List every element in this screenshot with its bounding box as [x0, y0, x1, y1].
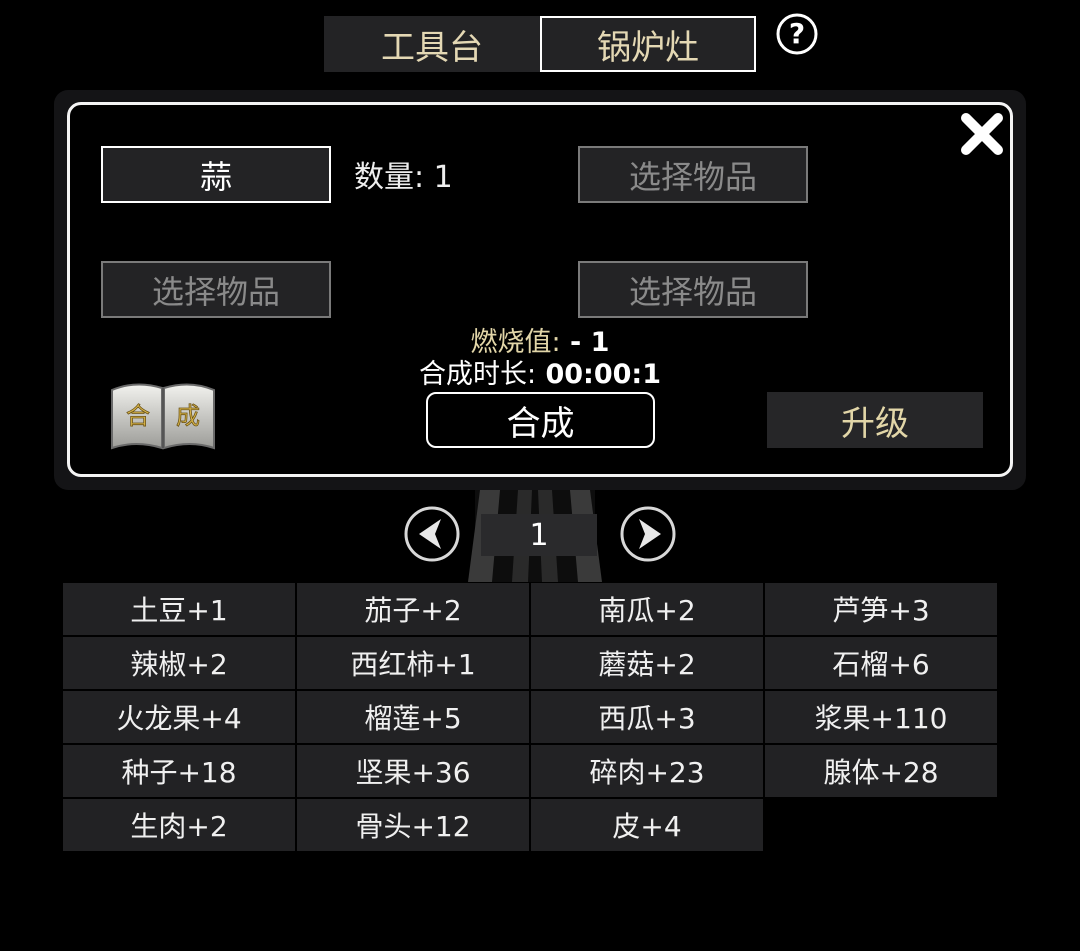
craft-time-row: 合成时长: 00:00:1: [340, 358, 740, 392]
item-cell[interactable]: 茄子+2: [297, 583, 530, 636]
item-cell[interactable]: 坚果+36: [297, 745, 530, 798]
craft-button[interactable]: 合成: [426, 392, 655, 448]
item-cell[interactable]: 榴莲+5: [297, 691, 530, 744]
item-cell[interactable]: 辣椒+2: [63, 637, 296, 690]
item-cell[interactable]: 西瓜+3: [531, 691, 764, 744]
recipe-book-icon[interactable]: 合 成: [108, 378, 218, 452]
recipe-book-char-2: 成: [176, 402, 200, 430]
ingredient-slot-4[interactable]: 选择物品: [578, 261, 808, 318]
recipe-book-char-1: 合: [126, 402, 150, 430]
page-number: 1: [481, 514, 597, 556]
close-icon[interactable]: [958, 110, 1006, 158]
item-cell[interactable]: 生肉+2: [63, 799, 296, 852]
svg-text:?: ?: [789, 17, 805, 50]
craft-time-value: 00:00:1: [536, 359, 662, 390]
item-cell[interactable]: 浆果+110: [765, 691, 998, 744]
tab-workbench[interactable]: 工具台: [324, 16, 540, 72]
item-cell[interactable]: 芦笋+3: [765, 583, 998, 636]
item-cell[interactable]: 南瓜+2: [531, 583, 764, 636]
upgrade-button[interactable]: 升级: [767, 392, 983, 448]
quantity-label: 数量: 1: [354, 160, 453, 195]
ingredient-slot-1[interactable]: 蒜: [101, 146, 331, 203]
burn-value-row: 燃烧值: - 1: [340, 326, 740, 360]
ingredient-slot-2[interactable]: 选择物品: [578, 146, 808, 203]
item-cell[interactable]: 石榴+6: [765, 637, 998, 690]
burn-label: 燃烧值:: [470, 327, 561, 358]
help-icon[interactable]: ?: [775, 12, 819, 56]
arrow-left-circle-icon[interactable]: [403, 505, 461, 563]
item-cell[interactable]: 骨头+12: [297, 799, 530, 852]
tab-stove[interactable]: 锅炉灶: [540, 16, 756, 72]
item-cell[interactable]: 蘑菇+2: [531, 637, 764, 690]
item-cell[interactable]: 皮+4: [531, 799, 764, 852]
item-cell[interactable]: 火龙果+4: [63, 691, 296, 744]
item-cell[interactable]: 西红柿+1: [297, 637, 530, 690]
ingredient-slot-3[interactable]: 选择物品: [101, 261, 331, 318]
item-cell[interactable]: 种子+18: [63, 745, 296, 798]
burn-value: - 1: [560, 327, 610, 358]
arrow-right-circle-icon[interactable]: [619, 505, 677, 563]
item-cell[interactable]: 碎肉+23: [531, 745, 764, 798]
item-cell[interactable]: 土豆+1: [63, 583, 296, 636]
item-cell[interactable]: 腺体+28: [765, 745, 998, 798]
craft-time-label: 合成时长:: [418, 359, 537, 390]
